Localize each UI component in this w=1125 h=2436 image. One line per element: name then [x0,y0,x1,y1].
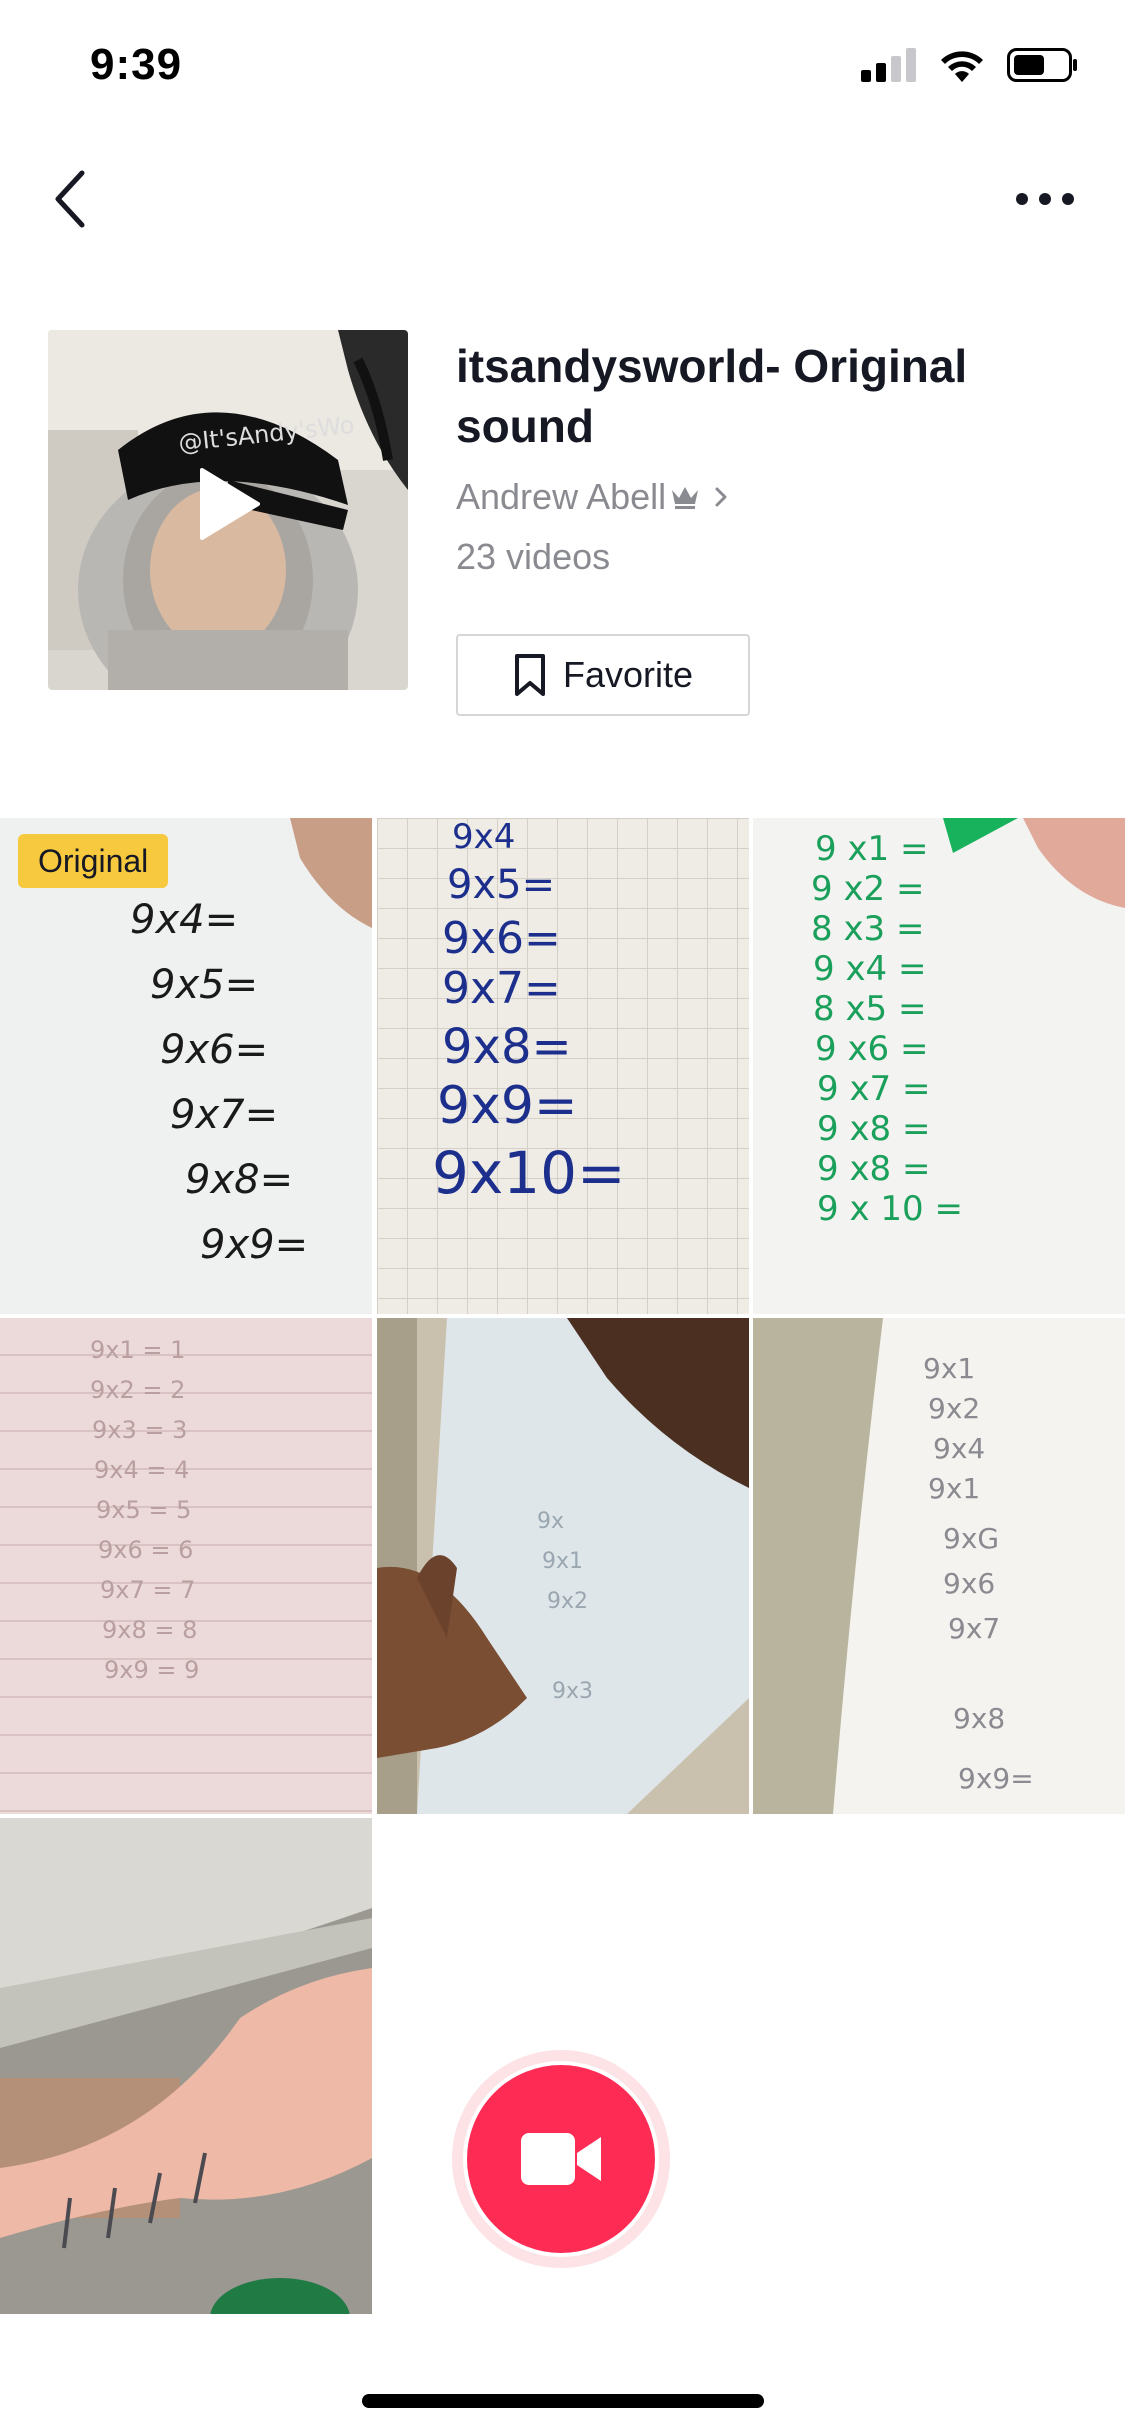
video-count: 23 videos [456,536,611,577]
video-text: 9x1 [542,1549,583,1574]
video-thumbnail-image: 9x4 9x5= 9x6= 9x7= 9x8= 9x9= 9x10= [377,818,749,1314]
bookmark-icon [514,654,545,696]
chevron-right-icon [715,487,727,507]
video-text: 9x6 [943,1567,995,1600]
status-time: 9:39 [90,40,183,89]
record-video-button[interactable] [452,2050,670,2268]
cellular-signal-icon [861,48,916,82]
status-icons [861,48,1079,82]
video-text: 9x6 = 6 [98,1536,193,1564]
video-text: 9 x 10 = [817,1189,963,1229]
video-text: 9x5 = 5 [96,1496,191,1524]
video-text: 9x3 = 3 [92,1416,187,1444]
crown-icon [672,487,699,509]
video-thumbnail[interactable]: 9x1 = 1 9x2 = 2 9x3 = 3 9x4 = 4 9x5 = 5 … [0,1318,372,1814]
video-text: 9x7 [948,1612,1000,1645]
original-badge: Original [18,834,169,888]
home-indicator [362,2394,764,2408]
chevron-left-icon [55,170,85,228]
video-thumbnail[interactable]: 9 x1 = 9 x2 = 8 x3 = 9 x4 = 8 x5 = 9 x6 … [753,818,1125,1314]
video-text: 9 x6 = [815,1029,929,1069]
video-text: 9 x1 = [815,829,929,869]
video-text: 9x [537,1509,564,1534]
video-text: 9 x8 = [817,1149,931,1189]
video-text: 9x5= [447,862,555,908]
video-thumbnail-image: 9 x1 = 9 x2 = 8 x3 = 9 x4 = 8 x5 = 9 x6 … [753,818,1125,1314]
video-text: 9x4= [130,897,238,943]
video-text: 9x9= [958,1762,1034,1795]
video-thumbnail[interactable]: 9x1 9x2 9x4 9x1 9xG 9x6 9x7 9x8 9x9= [753,1318,1125,1814]
sound-cover[interactable]: @It'sAndy'sWo [48,330,408,690]
video-thumbnail[interactable]: 9x 9x1 9x2 9x3 [377,1318,749,1814]
video-text: 9x1 [928,1472,980,1505]
video-thumbnail[interactable]: 9x4 9x5= 9x6= 9x7= 9x8= 9x9= 9x10= [377,818,749,1314]
video-text: 9 x4 = [813,949,927,989]
ellipsis-icon [1016,193,1074,205]
play-icon[interactable] [198,466,262,542]
video-text: 9x4 [452,818,515,857]
favorite-button[interactable]: Favorite [456,634,750,716]
video-thumbnail[interactable] [0,1818,372,2314]
video-text: 9 x2 = [811,869,925,909]
video-thumbnail-image: 9x4= 9x5= 9x6= 9x7= 9x8= 9x9= [0,818,372,1314]
video-text: 9x10= [432,1139,626,1207]
record-button-inner [463,2061,659,2257]
author-link[interactable]: Andrew Abell [456,476,1076,518]
video-text: 9 x7 = [817,1069,931,1109]
video-text: 9x5= [150,962,258,1008]
video-thumbnail-image: 9x1 = 1 9x2 = 2 9x3 = 3 9x4 = 4 9x5 = 5 … [0,1318,372,1814]
video-thumbnail-image [0,1818,372,2314]
video-thumbnail-image: 9x 9x1 9x2 9x3 [377,1318,749,1814]
video-text: 9x8 [953,1702,1005,1735]
video-thumbnail[interactable]: 9x4= 9x5= 9x6= 9x7= 9x8= 9x9= Original [0,818,372,1314]
video-text: 9x2 = 2 [90,1376,185,1404]
video-text: 9 x8 = [817,1109,931,1149]
video-text: 9x7= [442,963,561,1014]
video-text: 9x9= [200,1222,308,1268]
video-text: 9x2 [547,1589,588,1614]
video-text: 9x9 = 9 [104,1656,199,1684]
video-text: 9x4 = 4 [94,1456,189,1484]
video-text: 9xG [943,1522,999,1555]
video-text: 9x6= [160,1027,268,1073]
video-text: 9x9= [437,1076,578,1136]
back-button[interactable] [40,164,100,234]
sound-info: itsandysworld- Original sound Andrew Abe… [456,336,1076,578]
video-thumbnail-image: 9x1 9x2 9x4 9x1 9xG 9x6 9x7 9x8 9x9= [753,1318,1125,1814]
video-text: 9x7= [170,1092,278,1138]
wifi-icon [941,51,983,82]
top-nav [0,150,1125,250]
video-text: 9x1 [923,1352,975,1385]
video-text: 8 x5 = [813,989,927,1029]
video-camera-icon [521,2133,601,2185]
video-text: 9x1 = 1 [90,1336,185,1364]
more-options-button[interactable] [1005,164,1085,234]
favorite-label: Favorite [562,654,694,695]
video-text: 9x8 = 8 [102,1616,197,1644]
video-text: 9x4 [933,1432,985,1465]
sound-title: itsandysworld- Original sound [456,340,968,452]
video-text: 9x7 = 7 [100,1576,195,1604]
video-text: 9x6= [442,913,561,964]
video-text: 9x2 [928,1392,980,1425]
battery-icon [1007,48,1077,82]
video-text: 9x8= [185,1157,293,1203]
video-text: 9x3 [552,1679,593,1704]
video-text: 8 x3 = [811,909,925,949]
author-name: Andrew Abell [456,476,667,517]
status-bar: 9:39 [0,0,1125,132]
video-text: 9x8= [442,1019,572,1075]
